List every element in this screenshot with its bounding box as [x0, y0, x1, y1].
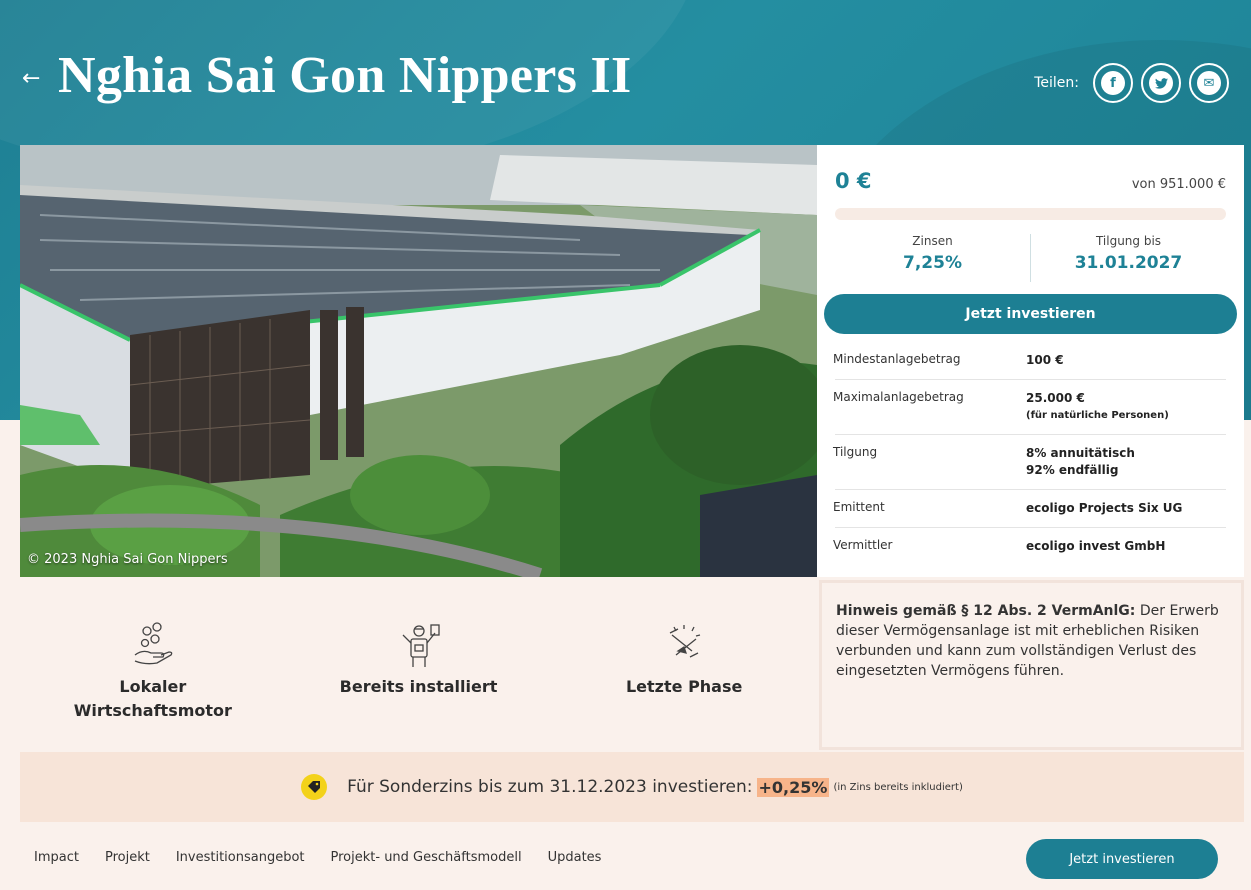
fact-value-text: 25.000 €	[1026, 391, 1085, 405]
solar-installer-icon	[286, 621, 552, 669]
fact-row: Vermittler ecoligo invest GmbH	[833, 528, 1226, 565]
feature-item: Letzte Phase	[551, 577, 817, 752]
bottom-invest-button[interactable]: Jetzt investieren	[1026, 839, 1218, 879]
repayment-value: 31.01.2027	[1074, 253, 1183, 273]
interest-value: 7,25%	[903, 253, 962, 273]
repayment-label: Tilgung bis	[1095, 234, 1162, 248]
feature-label-line: Lokaler Wirtschaftsmotor	[73, 677, 232, 720]
twitter-icon	[1149, 71, 1173, 95]
feature-label: Lokaler Wirtschaftsmotor	[20, 675, 286, 723]
fact-label: Vermittler	[833, 538, 893, 552]
fact-label: Mindestanlagebetrag	[833, 352, 961, 366]
interest-label: Zinsen	[912, 234, 953, 248]
bonus-interest-banner: Für Sonderzins bis zum 31.12.2023 invest…	[20, 752, 1244, 822]
nav-link-projekt[interactable]: Projekt	[105, 850, 150, 865]
feature-item: Bereits installiert	[286, 577, 552, 752]
feature-label: Letzte Phase	[625, 677, 743, 696]
facebook-icon: f	[1101, 71, 1125, 95]
section-nav: Impact Projekt Investitionsangebot Proje…	[0, 822, 1251, 890]
fact-value: 100 €	[1026, 352, 1226, 369]
feature-item: Lokaler Wirtschaftsmotor	[20, 577, 286, 752]
promo-bonus-rate: +0,25%	[756, 777, 830, 797]
share-bar: Teilen: f ✉	[1034, 63, 1229, 103]
fact-value-text: ecoligo Projects Six UG	[1026, 501, 1183, 515]
fact-label: Maximalanlagebetrag	[833, 390, 964, 404]
fact-note: (für natürliche Personen)	[1026, 410, 1169, 421]
investment-card: 0 € von 951.000 € Zinsen 7,25% Tilgung b…	[817, 145, 1244, 577]
fact-label: Emittent	[833, 500, 885, 514]
funding-progress-bar	[835, 208, 1226, 220]
nav-link-investitionsangebot[interactable]: Investitionsangebot	[176, 850, 305, 865]
repayment-stat: Tilgung bis 31.01.2027	[1030, 234, 1226, 282]
facts-table: Mindestanlagebetrag 100 € Maximalanlageb…	[833, 342, 1226, 565]
page-title: Nghia Sai Gon Nippers II	[58, 47, 632, 104]
fact-value-text: 92% endfällig	[1026, 463, 1119, 477]
mail-share-button[interactable]: ✉	[1189, 63, 1229, 103]
back-arrow-icon[interactable]: ←	[22, 66, 40, 91]
share-label: Teilen:	[1034, 75, 1079, 91]
fact-row: Mindestanlagebetrag 100 €	[833, 342, 1226, 380]
photo-credit: © 2023 Nghia Sai Gon Nippers	[27, 552, 228, 567]
fact-row: Emittent ecoligo Projects Six UG	[833, 490, 1226, 528]
fact-value-text: ecoligo invest GmbH	[1026, 539, 1166, 553]
interest-stat: Zinsen 7,25%	[835, 234, 1030, 282]
fact-value: ecoligo Projects Six UG	[1026, 500, 1226, 517]
fact-value-text: 8% annuitätisch	[1026, 446, 1135, 460]
fact-row: Tilgung 8% annuitätisch 92% endfällig	[833, 435, 1226, 490]
fact-label: Tilgung	[833, 445, 878, 459]
fact-row: Maximalanlagebetrag 25.000 € (für natürl…	[833, 380, 1226, 435]
invest-button[interactable]: Jetzt investieren	[824, 294, 1237, 334]
notice-heading: Hinweis gemäß § 12 Abs. 2 VermAnlG:	[836, 603, 1136, 619]
project-photo: © 2023 Nghia Sai Gon Nippers	[20, 145, 817, 577]
hourglass-icon	[551, 621, 817, 669]
fact-value-text: 100 €	[1026, 353, 1064, 367]
nav-link-updates[interactable]: Updates	[548, 850, 602, 865]
feature-label: Bereits installiert	[339, 677, 498, 696]
hand-coins-icon	[20, 621, 286, 669]
nav-link-geschaeftsmodell[interactable]: Projekt- und Geschäftsmodell	[331, 850, 522, 865]
feature-highlights: Lokaler Wirtschaftsmotor Bereits install…	[20, 577, 817, 752]
factory-illustration	[20, 145, 817, 577]
invested-amount: 0 €	[835, 169, 872, 193]
mail-icon: ✉	[1197, 71, 1221, 95]
tag-icon	[301, 774, 328, 800]
fact-value: ecoligo invest GmbH	[1026, 538, 1226, 555]
promo-text: Für Sonderzins bis zum 31.12.2023 invest…	[347, 777, 753, 797]
fact-value: 8% annuitätisch 92% endfällig	[1026, 445, 1226, 479]
twitter-share-button[interactable]	[1141, 63, 1181, 103]
facebook-share-button[interactable]: f	[1093, 63, 1133, 103]
target-amount: von 951.000 €	[1131, 177, 1226, 192]
nav-link-impact[interactable]: Impact	[34, 850, 79, 865]
risk-notice: Hinweis gemäß § 12 Abs. 2 VermAnlG: Der …	[819, 580, 1244, 750]
page-header: ← Nghia Sai Gon Nippers II Teilen: f ✉	[0, 0, 1251, 145]
promo-note: (in Zins bereits inkludiert)	[833, 781, 963, 793]
fact-value: 25.000 € (für natürliche Personen)	[1026, 390, 1226, 424]
